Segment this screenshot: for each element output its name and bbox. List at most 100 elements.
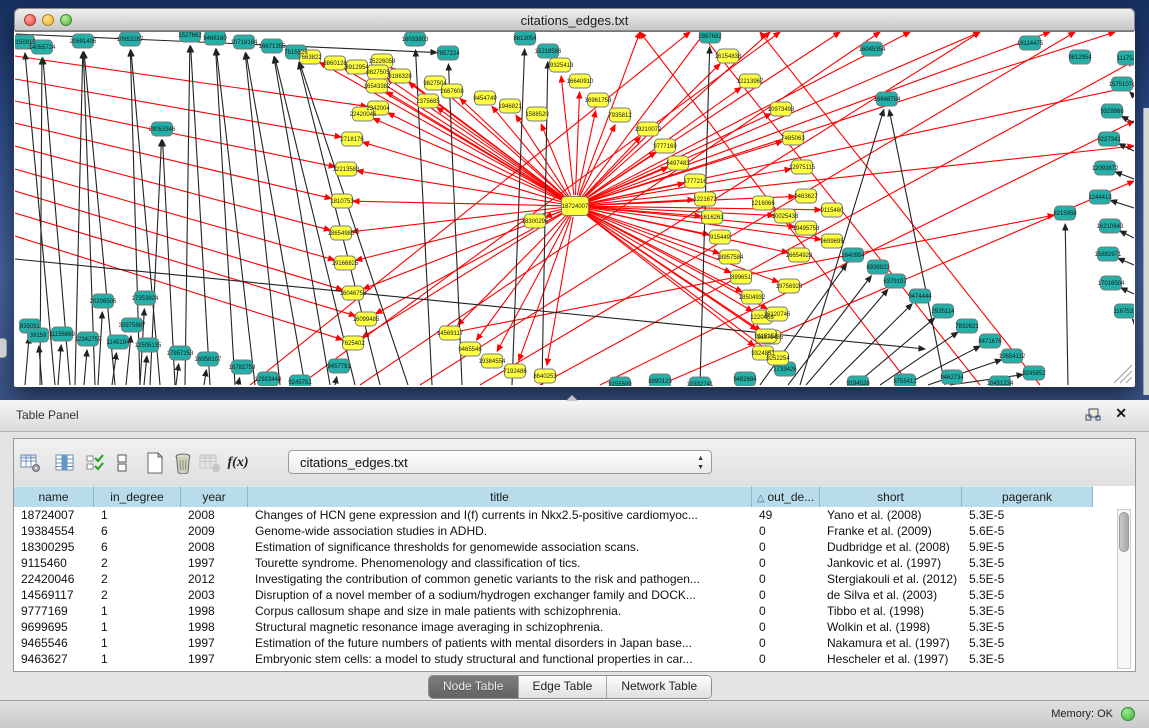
svg-text:16120746: 16120746 xyxy=(764,312,791,318)
table-row[interactable]: 1456911722003Disruption of a novel membe… xyxy=(14,587,1135,603)
svg-text:1117524: 1117524 xyxy=(1117,56,1134,62)
table-row[interactable]: 911546021997Tourette syndrome. Phenomeno… xyxy=(14,555,1135,571)
table-cell: 6 xyxy=(94,523,181,539)
collapsed-panel-handle[interactable] xyxy=(0,338,7,358)
panel-splitter-handle[interactable] xyxy=(566,395,578,401)
table-cell: 1997 xyxy=(181,651,248,667)
svg-text:9462734: 9462734 xyxy=(940,375,964,381)
memory-status-icon[interactable] xyxy=(1121,707,1135,721)
table-cell: Changes of HCN gene expression and I(f) … xyxy=(248,507,752,523)
svg-text:16961758: 16961758 xyxy=(585,98,612,104)
column-header-title[interactable]: title xyxy=(248,486,752,507)
svg-text:16543382: 16543382 xyxy=(364,84,391,90)
dropdown-stepper-icon: ▲▼ xyxy=(697,454,704,472)
close-panel-icon[interactable]: ✕ xyxy=(1115,405,1127,422)
delete-table-icon[interactable] xyxy=(170,450,196,476)
svg-text:8990123: 8990123 xyxy=(648,379,672,385)
table-cell: 5.3E-5 xyxy=(962,587,1093,603)
new-table-icon[interactable] xyxy=(142,450,168,476)
svg-text:11156869: 11156869 xyxy=(49,332,75,338)
table-cell: 1 xyxy=(94,635,181,651)
row-selection-icon[interactable] xyxy=(82,450,108,476)
network-view-window[interactable]: citations_edges.txt 18724007183002959150… xyxy=(14,8,1135,387)
svg-text:17957253: 17957253 xyxy=(167,351,194,357)
svg-text:7625402: 7625402 xyxy=(341,341,365,347)
column-header-pagerank[interactable]: pagerank xyxy=(962,486,1093,507)
table-row[interactable]: 1830029562008Estimation of significance … xyxy=(14,539,1135,555)
table-cell: 0 xyxy=(752,651,820,667)
vertical-scrollbar[interactable] xyxy=(1117,509,1131,669)
svg-text:10451234: 10451234 xyxy=(987,381,1014,386)
table-cell: 2 xyxy=(94,555,181,571)
svg-text:9227341: 9227341 xyxy=(1097,137,1121,143)
tab-network-table[interactable]: Network Table xyxy=(606,676,711,698)
svg-text:7832621: 7832621 xyxy=(955,324,979,330)
table-cell: Jankovic et al. (1997) xyxy=(820,555,962,571)
svg-text:16210643: 16210643 xyxy=(1097,224,1124,230)
svg-text:16154838: 16154838 xyxy=(715,54,742,60)
table-options-icon[interactable] xyxy=(18,450,44,476)
svg-text:1640954: 1640954 xyxy=(841,253,865,259)
table-cell: Tourette syndrome. Phenomenology and cla… xyxy=(248,555,752,571)
table-row[interactable]: 1872400712008Changes of HCN gene express… xyxy=(14,507,1135,523)
table-cell: Hescheler et al. (1997) xyxy=(820,651,962,667)
svg-text:8755412: 8755412 xyxy=(893,379,917,385)
column-header-year[interactable]: year xyxy=(181,486,248,507)
svg-text:16654923: 16654923 xyxy=(786,253,813,259)
table-row[interactable]: 977716911998Corpus callosum shape and si… xyxy=(14,603,1135,619)
table-row[interactable]: 946554611997Estimation of the future num… xyxy=(14,635,1135,651)
table-cell: 2008 xyxy=(181,539,248,555)
table-row[interactable]: 2242004622012Investigating the contribut… xyxy=(14,571,1135,587)
window-title: citations_edges.txt xyxy=(15,13,1134,28)
svg-text:19756928: 19756928 xyxy=(776,284,803,290)
table-cell: 5.3E-5 xyxy=(962,603,1093,619)
svg-text:2375685: 2375685 xyxy=(416,99,440,105)
rows-icon[interactable] xyxy=(109,450,135,476)
table-cell: 6 xyxy=(94,539,181,555)
table-cell: 9465546 xyxy=(14,635,94,651)
svg-text:8938923: 8938923 xyxy=(866,265,890,271)
column-visibility-icon[interactable] xyxy=(52,450,78,476)
column-header-short[interactable]: short xyxy=(820,486,962,507)
svg-text:1946821: 1946821 xyxy=(498,104,522,110)
float-panel-icon[interactable] xyxy=(1085,407,1101,423)
scrollbar-thumb[interactable] xyxy=(1119,512,1129,552)
svg-text:9777169: 9777169 xyxy=(653,144,677,150)
table-selector-dropdown[interactable]: citations_edges.txt ▲▼ xyxy=(288,450,712,474)
tab-edge-table[interactable]: Edge Table xyxy=(518,676,607,698)
svg-text:9252254: 9252254 xyxy=(766,356,790,362)
svg-text:16045354: 16045354 xyxy=(859,47,886,53)
table-panel: Table Panel ✕ xyxy=(0,400,1149,727)
column-header-in_degree[interactable]: in_degree xyxy=(94,486,181,507)
svg-text:16958107: 16958107 xyxy=(195,357,222,363)
svg-text:15692971: 15692971 xyxy=(1095,252,1122,258)
panel-title: Table Panel xyxy=(16,408,79,422)
svg-text:9194528: 9194528 xyxy=(846,381,870,386)
table-cell: 0 xyxy=(752,619,820,635)
svg-text:8454749: 8454749 xyxy=(473,96,497,102)
table-cell: 5.5E-5 xyxy=(962,571,1093,587)
svg-text:8466160: 8466160 xyxy=(203,36,227,42)
network-graph[interactable]: 1872400718300295915091514055724206914061… xyxy=(15,32,1134,386)
svg-text:8471676: 8471676 xyxy=(978,339,1002,345)
table-cell: 5.9E-5 xyxy=(962,539,1093,555)
table-row[interactable]: 1938455462009Genome-wide association stu… xyxy=(14,523,1135,539)
network-canvas[interactable]: 1872400718300295915091514055724206914061… xyxy=(15,31,1134,386)
window-titlebar[interactable]: citations_edges.txt xyxy=(14,8,1135,31)
function-builder-icon[interactable]: f(x) xyxy=(225,450,251,476)
column-header-name[interactable]: name xyxy=(14,486,94,507)
table-row[interactable]: 946362711997Embryonic stem cells: a mode… xyxy=(14,651,1135,667)
tab-node-table[interactable]: Node Table xyxy=(429,676,518,698)
svg-text:15218586: 15218586 xyxy=(535,49,562,55)
table-row[interactable]: 969969511998Structural magnetic resonanc… xyxy=(14,619,1135,635)
table-cell: 5.3E-5 xyxy=(962,651,1093,667)
table-cell: 1998 xyxy=(181,619,248,635)
svg-text:9482684: 9482684 xyxy=(733,377,757,383)
svg-text:8186328: 8186328 xyxy=(388,74,412,80)
svg-text:9245751: 9245751 xyxy=(288,380,312,386)
table-cell: 1 xyxy=(94,651,181,667)
table-cell: 5.3E-5 xyxy=(962,507,1093,523)
column-header-out_de[interactable]: △out_de... xyxy=(752,486,820,507)
table-cell: 14569117 xyxy=(14,587,94,603)
svg-text:12975115: 12975115 xyxy=(789,165,816,171)
